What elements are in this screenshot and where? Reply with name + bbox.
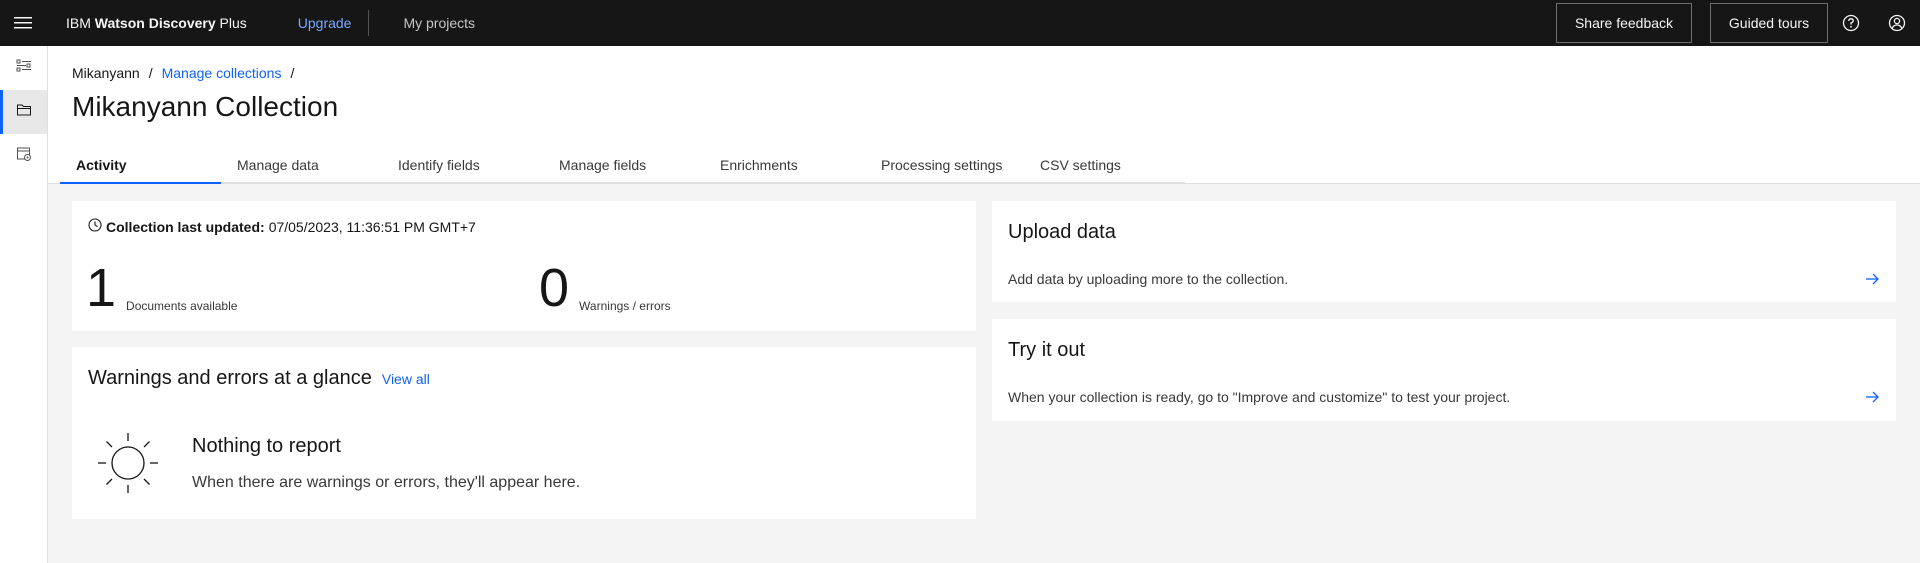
upgrade-link[interactable]: Upgrade bbox=[298, 15, 352, 31]
upload-data-description: Add data by uploading more to the collec… bbox=[1008, 271, 1289, 287]
collection-status-card: Collection last updated: 07/05/2023, 11:… bbox=[72, 201, 976, 331]
upload-data-tile[interactable]: Upload data Add data by uploading more t… bbox=[992, 201, 1896, 302]
breadcrumb-manage-collections[interactable]: Manage collections bbox=[162, 65, 282, 81]
side-rail bbox=[0, 46, 48, 563]
share-feedback-button[interactable]: Share feedback bbox=[1556, 3, 1692, 43]
tab-manage-data[interactable]: Manage data bbox=[221, 146, 382, 184]
collection-tabs: Activity Manage data Identify fields Man… bbox=[60, 146, 1185, 184]
warnings-count: 0 bbox=[539, 258, 570, 318]
arrow-right-icon bbox=[1864, 389, 1880, 410]
warnings-label: Warnings / errors bbox=[579, 299, 671, 313]
tab-manage-fields[interactable]: Manage fields bbox=[543, 146, 704, 184]
rail-item-data-settings[interactable] bbox=[0, 134, 47, 178]
user-avatar-icon[interactable] bbox=[1874, 0, 1920, 46]
breadcrumb-project[interactable]: Mikanyann bbox=[72, 65, 140, 81]
rail-item-configure[interactable] bbox=[0, 46, 47, 90]
tab-csv-settings[interactable]: CSV settings bbox=[1024, 146, 1185, 184]
my-projects-link[interactable]: My projects bbox=[403, 15, 475, 31]
menu-icon[interactable] bbox=[0, 0, 46, 46]
tab-activity[interactable]: Activity bbox=[60, 146, 221, 184]
warnings-title: Warnings and errors at a glance bbox=[88, 367, 372, 389]
product-name[interactable]: IBM Watson Discovery Plus bbox=[66, 15, 247, 31]
warnings-metric: 0 Warnings / errors bbox=[539, 261, 671, 315]
top-header: IBM Watson Discovery Plus Upgrade My pro… bbox=[0, 0, 1920, 46]
breadcrumb-separator: / bbox=[290, 65, 295, 81]
help-icon[interactable] bbox=[1828, 0, 1874, 46]
clock-icon bbox=[88, 218, 102, 235]
warnings-card: Warnings and errors at a glance View all… bbox=[72, 347, 976, 519]
sun-icon bbox=[96, 431, 160, 500]
tab-enrichments[interactable]: Enrichments bbox=[704, 146, 865, 184]
view-all-link[interactable]: View all bbox=[382, 371, 430, 387]
warnings-heading: Warnings and errors at a glance View all bbox=[88, 367, 430, 390]
data-settings-icon bbox=[16, 146, 32, 167]
page-header: Mikanyann / Manage collections / Mikanya… bbox=[48, 46, 1920, 184]
upload-data-title: Upload data bbox=[1008, 221, 1116, 243]
guided-tours-button[interactable]: Guided tours bbox=[1710, 3, 1828, 43]
try-it-out-description: When your collection is ready, go to "Im… bbox=[1008, 389, 1511, 405]
folder-icon bbox=[16, 102, 32, 123]
settings-adjust-icon bbox=[16, 58, 32, 79]
rail-item-collections[interactable] bbox=[0, 90, 47, 134]
documents-label: Documents available bbox=[126, 299, 238, 313]
breadcrumb: Mikanyann / Manage collections / bbox=[72, 65, 303, 81]
breadcrumb-separator: / bbox=[148, 65, 153, 81]
tab-processing-settings[interactable]: Processing settings bbox=[865, 146, 1024, 184]
documents-metric: 1 Documents available bbox=[86, 261, 237, 315]
tab-identify-fields[interactable]: Identify fields bbox=[382, 146, 543, 184]
try-it-out-tile[interactable]: Try it out When your collection is ready… bbox=[992, 319, 1896, 421]
last-updated-label: Collection last updated: bbox=[106, 218, 265, 235]
empty-state-message: When there are warnings or errors, they'… bbox=[192, 474, 581, 491]
try-it-out-title: Try it out bbox=[1008, 339, 1086, 361]
last-updated: Collection last updated: 07/05/2023, 11:… bbox=[88, 218, 476, 235]
page-title: Mikanyann Collection bbox=[72, 91, 339, 122]
header-divider bbox=[368, 10, 370, 36]
documents-count: 1 bbox=[86, 258, 117, 318]
arrow-right-icon bbox=[1864, 271, 1880, 292]
empty-state-title: Nothing to report bbox=[192, 435, 341, 457]
last-updated-value: 07/05/2023, 11:36:51 PM GMT+7 bbox=[268, 218, 476, 235]
